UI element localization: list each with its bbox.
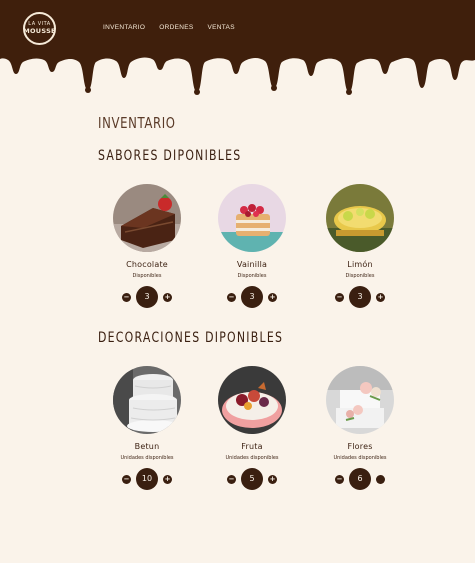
vanilla-cake-photo: [218, 184, 286, 252]
availability-label: Unidades disponibles: [120, 455, 174, 461]
chocolate-drip-banner: [0, 0, 475, 95]
quantity-value: 5: [241, 468, 263, 490]
product-name: Fruta: [241, 442, 263, 451]
chocolate-cake-photo: [113, 184, 181, 252]
decrement-button[interactable]: −: [122, 292, 131, 302]
product-card-flores: Flores Unidades disponibles − 6: [320, 366, 400, 490]
quantity-stepper: − 3 +: [320, 286, 400, 308]
availability-label: Unidades disponibles: [333, 455, 387, 461]
increment-button[interactable]: +: [163, 474, 172, 484]
increment-button[interactable]: +: [163, 292, 172, 302]
product-card-vainilla: Vainilla Disponibles − 3 +: [212, 184, 292, 308]
product-name: Flores: [347, 442, 373, 451]
decrement-button[interactable]: −: [227, 474, 236, 484]
quantity-stepper: − 3 +: [107, 286, 187, 308]
fruit-cake-photo: [218, 366, 286, 434]
quantity-value: 10: [136, 468, 158, 490]
frosting-cake-photo: [113, 366, 181, 434]
section-title-decoraciones: DECORACIONES DIPONIBLES: [98, 330, 284, 346]
quantity-value: 3: [349, 286, 371, 308]
quantity-value: 3: [136, 286, 158, 308]
quantity-stepper: − 3 +: [212, 286, 292, 308]
product-name: Betun: [134, 442, 160, 451]
brand-line-2: MOUSSE: [23, 27, 56, 36]
header: LA VITA MOUSSE INVENTARIO ORDENES VENTAS: [0, 0, 475, 100]
quantity-stepper: − 10 +: [107, 468, 187, 490]
product-card-fruta: Fruta Unidades disponibles − 5 +: [212, 366, 292, 490]
increment-button[interactable]: [376, 474, 385, 484]
availability-label: Disponibles: [237, 273, 267, 279]
increment-button[interactable]: +: [376, 292, 385, 302]
increment-button[interactable]: +: [268, 292, 277, 302]
increment-button[interactable]: +: [268, 474, 277, 484]
quantity-value: 6: [349, 468, 371, 490]
lemon-cake-photo: [326, 184, 394, 252]
product-card-chocolate: Chocolate Disponibles − 3 +: [107, 184, 187, 308]
availability-label: Disponibles: [345, 273, 375, 279]
flower-cake-photo: [326, 366, 394, 434]
nav-item-inventario[interactable]: INVENTARIO: [103, 24, 145, 31]
product-name: Vainilla: [236, 260, 268, 269]
decrement-button[interactable]: −: [335, 474, 344, 484]
nav-item-ordenes[interactable]: ORDENES: [159, 24, 193, 31]
quantity-stepper: − 6: [320, 468, 400, 490]
decrement-button[interactable]: −: [227, 292, 236, 302]
nav-item-ventas[interactable]: VENTAS: [208, 24, 235, 31]
brand-logo[interactable]: LA VITA MOUSSE: [23, 12, 56, 45]
product-card-betun: Betun Unidades disponibles − 10 +: [107, 366, 187, 490]
product-card-limon: Limón Disponibles − 3 +: [320, 184, 400, 308]
page-title: INVENTARIO: [98, 114, 176, 132]
section-title-sabores: SABORES DIPONIBLES: [98, 148, 242, 164]
decrement-button[interactable]: −: [122, 474, 131, 484]
quantity-value: 3: [241, 286, 263, 308]
availability-label: Disponibles: [132, 273, 162, 279]
decrement-button[interactable]: −: [335, 292, 344, 302]
quantity-stepper: − 5 +: [212, 468, 292, 490]
product-name: Chocolate: [126, 260, 168, 269]
product-name: Limón: [347, 260, 373, 269]
main-nav: INVENTARIO ORDENES VENTAS: [103, 24, 235, 31]
availability-label: Unidades disponibles: [225, 455, 279, 461]
